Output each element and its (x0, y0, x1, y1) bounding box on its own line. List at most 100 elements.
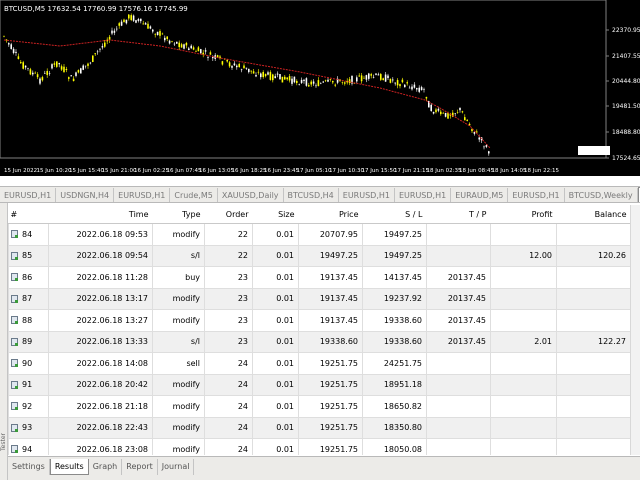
chart-tab-8[interactable]: EURAUD,M5 (451, 188, 509, 202)
candle-body (454, 113, 456, 114)
table-cell (556, 373, 631, 396)
table-cell: 24 (204, 373, 253, 396)
candle-body (365, 75, 368, 80)
vertical-scrollbar[interactable] (630, 205, 640, 455)
table-cell (490, 287, 557, 310)
candle-body (408, 87, 411, 89)
candle-body (99, 48, 101, 50)
chart-tab-3[interactable]: Crude,M5 (170, 188, 218, 202)
report-row-icon (11, 380, 18, 389)
candle-body (32, 72, 34, 75)
time-tick-label: 15 Jun 10:20 (37, 168, 72, 174)
price-axis: 22370.95 21407.55 20444.80 19481.50 18488.80… (580, 27, 640, 162)
chart-tab-0[interactable]: EURUSD,H1 (0, 188, 57, 202)
candle-body (188, 48, 190, 51)
candle-body (147, 23, 149, 29)
row-number: 94 (22, 444, 33, 454)
table-row[interactable]: 92 2022.06.18 21:18 modify 24 0.01 19251.75 18… (8, 395, 631, 418)
table-row[interactable]: 93 2022.06.18 22:43 modify 24 0.01 19251.75 18… (8, 416, 631, 439)
price-chart[interactable]: BTCUSD,M5 17632.54 17760.99 17576.16 177… (0, 0, 640, 176)
chart-tab-5[interactable]: BTCUSD,H4 (284, 188, 339, 202)
table-row[interactable]: 88 2022.06.18 13:27 modify 23 0.01 19137.45 19… (8, 309, 631, 332)
chart-tab-7[interactable]: EURUSD,H1 (395, 188, 452, 202)
candle-body (303, 79, 305, 81)
candle-body (440, 111, 442, 115)
candle-body (176, 41, 178, 44)
column-header-5[interactable]: Price (298, 205, 363, 224)
column-header-3[interactable]: Order (204, 205, 253, 224)
table-cell: 0.01 (252, 223, 299, 246)
table-row[interactable]: 84 2022.06.18 09:53 modify 22 0.01 20707.95 19… (8, 223, 631, 246)
column-header-0[interactable]: # (8, 205, 49, 224)
chart-tab-10[interactable]: BTCUSD,Weekly (565, 188, 638, 202)
column-header-1[interactable]: Time (48, 205, 153, 224)
candle-body (296, 80, 298, 83)
candle-body (123, 19, 125, 23)
table-cell (426, 438, 491, 455)
candle-body (279, 74, 281, 80)
chart-tab-4[interactable]: XAUUSD,Daily (218, 188, 284, 202)
chart-tab-1[interactable]: USDNGN,H4 (56, 188, 115, 202)
price-tick-label: 21407.55 (612, 53, 640, 60)
candle-body (348, 79, 351, 84)
tab-graph[interactable]: Graph (89, 459, 123, 475)
table-cell: 2022.06.18 23:08 (48, 438, 153, 455)
table-row[interactable]: 85 2022.06.18 09:54 s/l 22 0.01 19497.25 19497… (8, 244, 631, 267)
candle-body (17, 56, 20, 59)
time-tick-label: 17 Jun 10:30 (329, 168, 364, 174)
candle-body (312, 81, 315, 84)
candle-body (51, 64, 53, 69)
column-header-7[interactable]: T / P (426, 205, 491, 224)
table-row[interactable]: 86 2022.06.18 11:28 buy 23 0.01 19137.45 14137… (8, 266, 631, 289)
table-cell (490, 309, 557, 332)
candle-body (65, 68, 68, 71)
candle-body (84, 65, 87, 67)
column-header-8[interactable]: Profit (490, 205, 557, 224)
column-header-2[interactable]: Type (152, 205, 205, 224)
candle-body (207, 57, 209, 58)
table-row[interactable]: 90 2022.06.18 14:08 sell 24 0.01 19251.75 2425… (8, 352, 631, 375)
column-header-4[interactable]: Size (252, 205, 299, 224)
row-number: 93 (22, 423, 33, 433)
candle-body (87, 63, 89, 66)
candle-body (197, 47, 200, 52)
report-row-icon (11, 251, 18, 260)
column-header-6[interactable]: S / L (362, 205, 427, 224)
candles (3, 13, 490, 156)
table-cell: 0.01 (252, 416, 299, 439)
table-row[interactable]: 89 2022.06.18 13:33 s/l 23 0.01 19338.60 19338… (8, 330, 631, 353)
price-tick-label: 22370.95 (612, 27, 640, 34)
column-header-9[interactable]: Balance (556, 205, 631, 224)
table-cell: sell (152, 352, 205, 375)
candlestick-chart[interactable]: BTCUSD,M5 17632.54 17760.99 17576.16 177… (0, 0, 640, 176)
tab-report[interactable]: Report (122, 459, 158, 475)
chart-tab-6[interactable]: EURUSD,H1 (339, 188, 395, 202)
candle-body (269, 72, 272, 80)
tab-settings[interactable]: Settings (8, 459, 50, 475)
candle-body (262, 72, 264, 78)
tester-side-grip[interactable]: Tester (0, 203, 8, 480)
table-row[interactable]: 94 2022.06.18 23:08 modify 24 0.01 19251.75 18… (8, 438, 631, 455)
table-cell: 0.01 (252, 266, 299, 289)
table-cell (490, 416, 557, 439)
candle-body (250, 70, 252, 72)
table-cell: 14137.45 (362, 266, 427, 289)
table-cell (556, 438, 631, 455)
candle-body (192, 47, 195, 50)
table-row[interactable]: 91 2022.06.18 20:42 modify 24 0.01 19251.75 18… (8, 373, 631, 396)
candle-body (154, 34, 156, 35)
table-row[interactable]: 87 2022.06.18 13:17 modify 23 0.01 19137.45 19… (8, 287, 631, 310)
tab-results[interactable]: Results (49, 459, 89, 475)
chart-tab-2[interactable]: EURUSD,H1 (114, 188, 171, 202)
candle-body (260, 73, 262, 78)
table-cell: 2022.06.18 13:33 (48, 330, 153, 353)
time-tick-label: 16 Jun 02:25 (134, 168, 169, 174)
table-cell: 18050.08 (362, 438, 427, 455)
candle-body (190, 45, 192, 49)
tab-journal[interactable]: Journal (158, 459, 195, 475)
time-tick-label: 16 Jun 07:45 (167, 168, 202, 174)
candle-body (461, 111, 464, 113)
table-cell: 19251.75 (298, 373, 363, 396)
candle-body (89, 62, 92, 64)
chart-tab-9[interactable]: EURUSD,H1 (508, 188, 565, 202)
